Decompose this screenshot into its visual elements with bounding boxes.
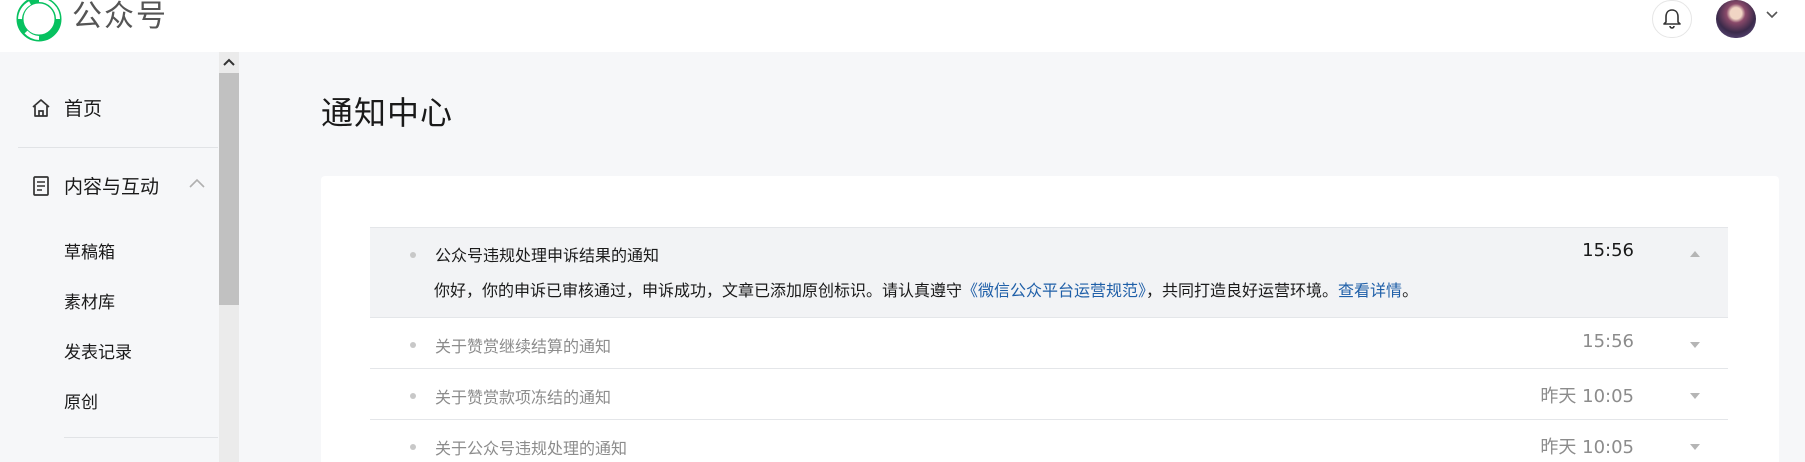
bullet-dot	[410, 342, 416, 348]
notice-body-text: 。	[1402, 281, 1419, 300]
avatar[interactable]	[1716, 0, 1756, 38]
sidebar-item-content[interactable]: 内容与互动	[30, 172, 159, 199]
notice-body: 你好，你的申诉已审核通过，申诉成功，文章已添加原创标识。请认真遵守《微信公众平台…	[434, 277, 1418, 301]
chevron-down-icon[interactable]	[1765, 10, 1779, 20]
sidebar-item-home[interactable]: 首页	[30, 94, 102, 121]
sidebar-item-label: 首页	[64, 98, 103, 120]
sidebar-subitem-drafts[interactable]: 草稿箱	[64, 238, 115, 263]
page-title: 通知中心	[321, 94, 454, 132]
sidebar-subitem-original[interactable]: 原创	[64, 388, 98, 413]
divider	[64, 437, 218, 438]
notice-body-text: ，共同打造良好运营环境。	[1146, 281, 1339, 300]
scroll-up-button[interactable]	[219, 52, 239, 72]
home-icon	[30, 97, 52, 119]
notice-item[interactable]: 关于公众号违规处理的通知 昨天 10:05	[370, 420, 1728, 462]
notice-time: 昨天 10:05	[1540, 437, 1634, 458]
brand-title: 公众号	[72, 0, 168, 34]
sidebar: 首页 内容与互动 草稿箱 素材库 发表记录 原创	[0, 52, 218, 462]
bullet-dot	[410, 393, 416, 399]
sidebar-item-label: 内容与互动	[64, 176, 160, 198]
bullet-dot	[410, 444, 416, 450]
notice-title[interactable]: 关于赞赏继续结算的通知	[435, 333, 611, 357]
notification-button[interactable]	[1652, 0, 1692, 38]
notice-title[interactable]: 关于赞赏款项冻结的通知	[435, 384, 611, 408]
expand-arrow-icon[interactable]	[1690, 444, 1700, 450]
sidebar-subitem-materials[interactable]: 素材库	[64, 288, 115, 313]
notice-body-text: 你好，你的申诉已审核通过，申诉成功，文章已添加原创标识。请认真遵守	[434, 281, 963, 300]
chevron-up-icon[interactable]	[188, 177, 206, 189]
chevron-up-icon	[223, 58, 235, 66]
notice-title[interactable]: 关于公众号违规处理的通知	[435, 435, 627, 459]
notice-time: 昨天 10:05	[1540, 386, 1634, 407]
expand-arrow-icon[interactable]	[1690, 342, 1700, 348]
top-bar: 公众号	[0, 0, 1805, 52]
collapse-arrow-icon[interactable]	[1690, 251, 1700, 257]
scrollbar-thumb[interactable]	[219, 73, 239, 305]
expand-arrow-icon[interactable]	[1690, 393, 1700, 399]
wechat-official-account-logo[interactable]	[16, 0, 62, 42]
bell-icon	[1663, 9, 1681, 29]
bullet-dot	[410, 252, 416, 258]
sidebar-subitem-publish-records[interactable]: 发表记录	[64, 338, 132, 363]
notice-item[interactable]: 关于赞赏继续结算的通知 15:56	[370, 318, 1728, 369]
notice-item[interactable]: 公众号违规处理申诉结果的通知 15:56 你好，你的申诉已审核通过，申诉成功，文…	[370, 227, 1728, 318]
divider	[18, 147, 218, 148]
notice-item[interactable]: 关于赞赏款项冻结的通知 昨天 10:05	[370, 369, 1728, 420]
notice-time: 15:56	[1582, 331, 1634, 352]
view-details-link[interactable]: 查看详情	[1338, 281, 1402, 300]
notice-time: 15:56	[1582, 240, 1634, 261]
notice-title[interactable]: 公众号违规处理申诉结果的通知	[435, 242, 659, 266]
document-icon	[30, 175, 52, 197]
rules-link[interactable]: 《微信公众平台运营规范》	[962, 281, 1146, 300]
